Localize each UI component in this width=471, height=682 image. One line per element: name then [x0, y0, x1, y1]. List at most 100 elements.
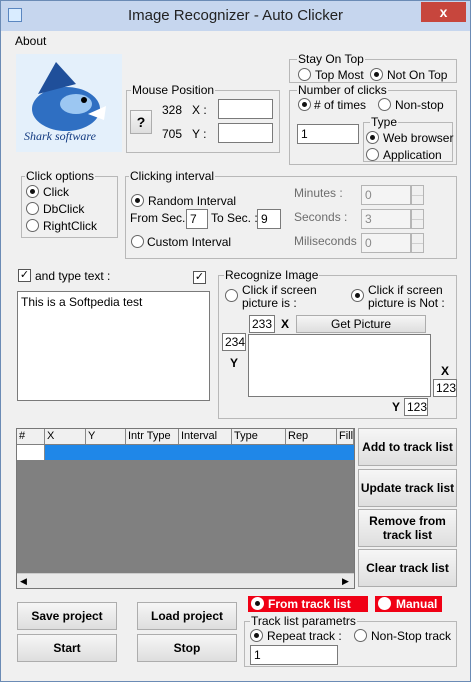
load-project-button[interactable]: Load project [137, 602, 237, 630]
recognize-image-title: Recognize Image [224, 268, 320, 282]
from-track-list-radio[interactable] [251, 597, 264, 610]
non-stop-radio[interactable] [378, 98, 391, 111]
click-if-not-label: Click if screen picture is Not : [368, 283, 445, 310]
number-of-clicks-title: Number of clicks [297, 83, 388, 97]
update-track-list-button[interactable]: Update track list [358, 469, 457, 507]
svg-text:Shark software: Shark software [24, 129, 97, 143]
image-x2-field[interactable]: 123 [433, 379, 457, 397]
click-options-title: Click options [25, 169, 96, 183]
seconds-field[interactable]: 3 [361, 209, 411, 229]
repeat-track-radio[interactable] [250, 629, 263, 642]
image-y2-field[interactable]: 123 [404, 398, 428, 416]
mouse-position-title: Mouse Position [131, 83, 216, 97]
from-track-list-label: From track list [268, 597, 351, 611]
image-y-field[interactable]: 234 [222, 333, 246, 351]
to-sec-field[interactable]: 9 [257, 209, 281, 229]
rightclick-label: RightClick [43, 219, 98, 233]
not-on-top-label: Not On Top [387, 68, 448, 82]
window-title: Image Recognizer - Auto Clicker [127, 7, 344, 24]
click-if-not-radio[interactable] [351, 289, 364, 302]
column-header[interactable]: Intr Type [126, 429, 179, 444]
mouse-y-field[interactable] [218, 123, 273, 143]
type-text-area[interactable]: This is a Softpedia test [17, 291, 210, 401]
column-header[interactable]: Interval [179, 429, 232, 444]
manual-label: Manual [396, 597, 438, 611]
menu-about[interactable]: About [15, 34, 46, 48]
from-track-list-option[interactable]: From track list [248, 596, 368, 612]
click-if-is-radio[interactable] [225, 289, 238, 302]
table-row-indicator[interactable] [17, 445, 45, 460]
add-to-track-list-button[interactable]: Add to track list [358, 428, 457, 466]
dbclick-label: DbClick [43, 202, 85, 216]
recognize-enable-checkbox[interactable]: ✓ [193, 271, 206, 284]
click-label: Click [43, 185, 69, 199]
table-row[interactable] [45, 445, 354, 460]
click-if-is-label: Click if screen picture is : [242, 283, 317, 310]
start-button[interactable]: Start [17, 634, 117, 662]
remove-from-track-list-button[interactable]: Remove from track list [358, 509, 457, 547]
random-interval-label: Random Interval [148, 194, 237, 208]
ms-spinner[interactable] [411, 233, 424, 253]
get-picture-button[interactable]: Get Picture [296, 315, 426, 333]
mouse-y-value: 705 [162, 127, 183, 141]
minutes-field[interactable]: 0 [361, 185, 411, 205]
click-count-field[interactable]: 1 [297, 124, 359, 144]
mouse-x-value: 328 [162, 103, 183, 117]
clear-track-list-button[interactable]: Clear track list [358, 549, 457, 587]
minutes-spinner[interactable] [411, 185, 424, 205]
image-x-field[interactable]: 233 [249, 315, 275, 333]
from-sec-label: From Sec. : [130, 211, 193, 225]
manual-radio[interactable] [378, 597, 391, 610]
to-sec-label: To Sec. : [211, 211, 258, 225]
column-header[interactable]: # [17, 429, 45, 444]
ms-field[interactable]: 0 [361, 233, 411, 253]
manual-option[interactable]: Manual [375, 596, 442, 612]
web-browser-radio[interactable] [366, 131, 379, 144]
column-header[interactable]: Type [232, 429, 286, 444]
column-header[interactable]: Y [86, 429, 126, 444]
image-x-label: X [281, 317, 290, 331]
pick-position-button[interactable]: ? [130, 110, 152, 134]
column-header[interactable]: Rep [286, 429, 337, 444]
custom-interval-radio[interactable] [131, 235, 144, 248]
num-times-label: # of times [314, 98, 367, 112]
not-on-top-radio[interactable] [370, 68, 383, 81]
scroll-right-icon[interactable]: ▶ [342, 576, 349, 587]
from-sec-field[interactable]: 7 [186, 209, 208, 229]
type-text-label: and type text : [35, 269, 111, 283]
image-y-label: Y [230, 356, 239, 370]
click-radio[interactable] [26, 185, 39, 198]
app-window: Image Recognizer - Auto Clicker x About … [0, 0, 471, 682]
scroll-left-icon[interactable]: ◀ [20, 576, 27, 587]
logo: Shark software [16, 54, 122, 152]
column-header[interactable]: Fill [337, 429, 354, 444]
horizontal-scrollbar[interactable]: ◀ ▶ [17, 573, 354, 588]
mouse-x-label: X : [192, 103, 207, 117]
non-stop-label: Non-stop [395, 98, 444, 112]
seconds-label: Seconds : [294, 210, 348, 224]
non-stop-track-radio[interactable] [354, 629, 367, 642]
application-radio[interactable] [366, 148, 379, 161]
top-most-radio[interactable] [298, 68, 311, 81]
type-text-checkbox[interactable]: ✓ [18, 269, 31, 282]
repeat-count-field[interactable]: 1 [250, 645, 338, 665]
save-project-button[interactable]: Save project [17, 602, 117, 630]
track-list-grid[interactable]: # X Y Intr Type Interval Type Rep Fill ◀… [16, 428, 355, 589]
non-stop-track-label: Non-Stop track [371, 629, 452, 643]
random-interval-radio[interactable] [131, 194, 144, 207]
num-times-radio[interactable] [298, 98, 311, 111]
mouse-y-label: Y : [192, 127, 207, 141]
minutes-label: Minutes : [294, 186, 343, 200]
mouse-x-field[interactable] [218, 99, 273, 119]
application-label: Application [383, 148, 442, 162]
web-browser-label: Web browser [383, 131, 454, 145]
dbclick-radio[interactable] [26, 202, 39, 215]
ms-label: Miliseconds : [294, 234, 364, 248]
seconds-spinner[interactable] [411, 209, 424, 229]
track-params-title: Track list parametrs [250, 614, 357, 628]
rightclick-radio[interactable] [26, 219, 39, 232]
column-header[interactable]: X [45, 429, 86, 444]
stop-button[interactable]: Stop [137, 634, 237, 662]
close-button[interactable]: x [421, 2, 466, 22]
image-x2-label: X [441, 364, 450, 378]
